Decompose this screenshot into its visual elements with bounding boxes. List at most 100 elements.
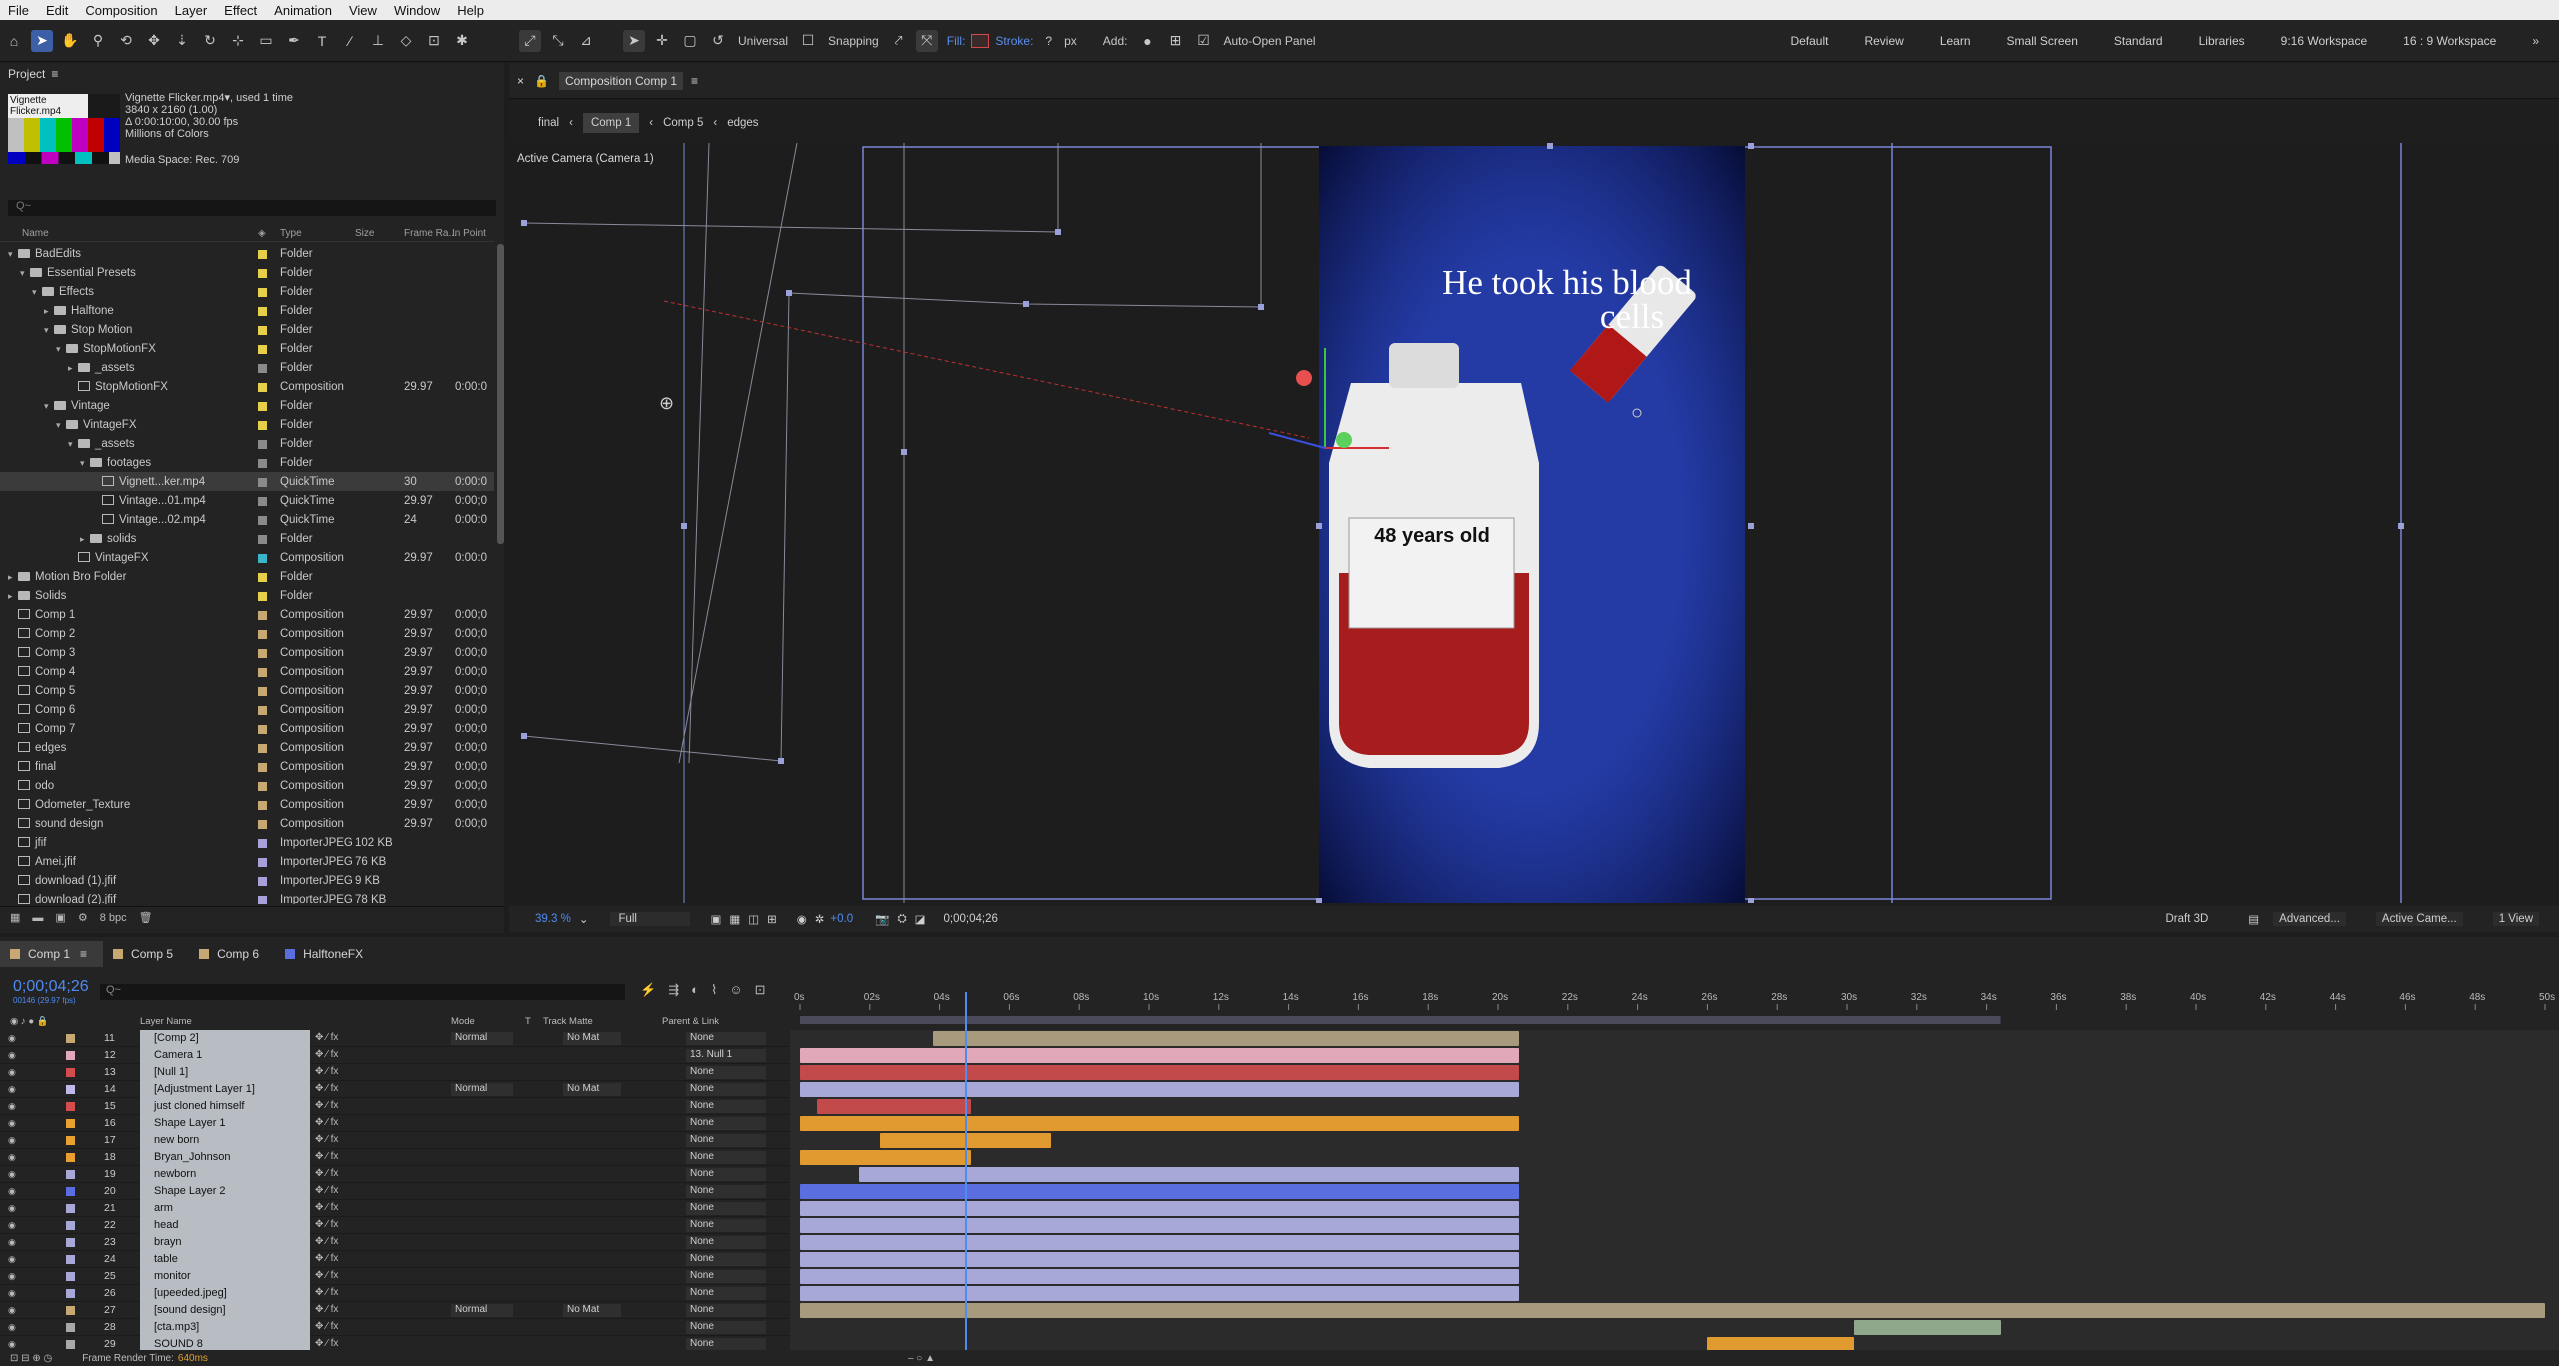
project-item[interactable]: Comp 7 Composition 29.97 0:00;0 (0, 719, 494, 738)
panel-menu-icon[interactable]: ≡ (691, 74, 698, 88)
interpret-footage-icon[interactable]: ▦ (10, 911, 20, 924)
visibility-eye-icon[interactable]: ◉ (8, 1322, 18, 1332)
snapping-checkbox[interactable]: ☐ (797, 30, 819, 52)
layer-row[interactable]: ◉ 16 Shape Layer 1 ✥ ∕ fx None (0, 1115, 790, 1132)
project-item[interactable]: ▾ StopMotionFX Folder (0, 339, 494, 358)
project-item[interactable]: Vignett...ker.mp4 QuickTime 30 0:00:0 (0, 472, 494, 491)
layer-duration-bar[interactable] (800, 1269, 1519, 1284)
parent-select[interactable]: None (686, 1083, 766, 1096)
project-item[interactable]: Odometer_Texture Composition 29.97 0:00;0 (0, 795, 494, 814)
layer-name[interactable]: just cloned himself (140, 1098, 310, 1115)
layer-label-color[interactable] (66, 1068, 75, 1077)
track-matte-select[interactable]: No Mat (563, 1304, 621, 1317)
parent-select[interactable]: None (686, 1134, 766, 1147)
parent-select[interactable]: None (686, 1032, 766, 1045)
project-item[interactable]: ▾ Vintage Folder (0, 396, 494, 415)
layer-name[interactable]: brayn (140, 1234, 310, 1251)
layer-name[interactable]: Shape Layer 2 (140, 1183, 310, 1200)
menu-effect[interactable]: Effect (216, 3, 266, 18)
breadcrumb-comp5[interactable]: Comp 5 (663, 117, 703, 129)
label-swatch[interactable] (258, 516, 267, 525)
layer-row[interactable]: ◉ 28 [cta.mp3] ✥ ∕ fx None (0, 1319, 790, 1336)
layer-duration-bar[interactable] (859, 1167, 1519, 1182)
new-comp-icon[interactable]: ▣ (55, 911, 65, 924)
label-swatch[interactable] (258, 782, 267, 791)
layer-name[interactable]: head (140, 1217, 310, 1234)
layer-switches-icon[interactable]: ✥ ∕ fx (315, 1066, 338, 1077)
label-swatch[interactable] (258, 896, 267, 904)
col-type[interactable]: Type (280, 228, 302, 239)
zoom-dropdown-icon[interactable]: ⌄ (579, 912, 589, 926)
label-swatch[interactable] (258, 497, 267, 506)
expand-toggle-icon[interactable]: ▸ (80, 534, 90, 545)
label-swatch[interactable] (258, 573, 267, 582)
layer-label-color[interactable] (66, 1306, 75, 1315)
universal-label[interactable]: Universal (738, 34, 788, 48)
layer-label-color[interactable] (66, 1323, 75, 1332)
visibility-eye-icon[interactable]: ◉ (8, 1135, 18, 1145)
layer-duration-bar[interactable] (800, 1235, 1519, 1250)
workspace-tab[interactable]: Standard (2114, 34, 2163, 48)
layer-row[interactable]: ◉ 12 Camera 1 ✥ ∕ fx 13. Null 1 (0, 1047, 790, 1064)
layer-label-color[interactable] (66, 1272, 75, 1281)
type-tool-icon[interactable]: T (311, 30, 333, 52)
mask-toggle-icon[interactable]: ◫ (748, 912, 759, 926)
label-swatch[interactable] (258, 801, 267, 810)
label-swatch[interactable] (258, 459, 267, 468)
col-mode[interactable]: Mode (451, 1016, 475, 1027)
align-icon[interactable]: ⊞ (1164, 30, 1186, 52)
project-item[interactable]: StopMotionFX Composition 29.97 0:00:0 (0, 377, 494, 396)
visibility-eye-icon[interactable]: ◉ (8, 1033, 18, 1043)
layer-row[interactable]: ◉ 19 newborn ✥ ∕ fx None (0, 1166, 790, 1183)
zoom-tool-icon[interactable]: ⚲ (87, 30, 109, 52)
layer-row[interactable]: ◉ 13 [Null 1] ✥ ∕ fx None (0, 1064, 790, 1081)
menu-view[interactable]: View (341, 3, 386, 18)
layer-duration-bar[interactable] (800, 1201, 1519, 1216)
layer-duration-bar[interactable] (800, 1303, 2545, 1318)
layer-row[interactable]: ◉ 15 just cloned himself ✥ ∕ fx None (0, 1098, 790, 1115)
chart-icon[interactable]: ⊡ (755, 982, 766, 998)
project-item[interactable]: ▾ Effects Folder (0, 282, 494, 301)
parent-select[interactable]: None (686, 1236, 766, 1249)
layer-switches-icon[interactable]: ✥ ∕ fx (315, 1134, 338, 1145)
parent-select[interactable]: None (686, 1287, 766, 1300)
local-axis-icon[interactable]: ⤢ (519, 29, 541, 52)
tab-menu-icon[interactable]: ≡ (80, 947, 87, 961)
transparency-grid-icon[interactable]: ▦ (729, 912, 740, 926)
label-swatch[interactable] (258, 440, 267, 449)
layer-label-color[interactable] (66, 1170, 75, 1179)
label-column-icon[interactable]: ◈ (258, 228, 266, 239)
project-title[interactable]: Project (8, 67, 45, 81)
layer-label-color[interactable] (66, 1204, 75, 1213)
parent-select[interactable]: None (686, 1151, 766, 1164)
settings-icon[interactable]: ⚙ (78, 911, 88, 924)
project-item[interactable]: ▸ Motion Bro Folder Folder (0, 567, 494, 586)
label-swatch[interactable] (258, 250, 267, 259)
parent-select[interactable]: None (686, 1219, 766, 1232)
layer-name[interactable]: Shape Layer 1 (140, 1115, 310, 1132)
layer-row[interactable]: ◉ 21 arm ✥ ∕ fx None (0, 1200, 790, 1217)
layer-row[interactable]: ◉ 24 table ✥ ∕ fx None (0, 1251, 790, 1268)
eraser-tool-icon[interactable]: ◇ (395, 30, 417, 52)
visibility-eye-icon[interactable]: ◉ (8, 1118, 18, 1128)
puppet-tool-icon[interactable]: ✱ (451, 30, 473, 52)
layer-label-color[interactable] (66, 1221, 75, 1230)
menu-composition[interactable]: Composition (77, 3, 166, 18)
color-icon[interactable]: ◉ (797, 912, 807, 926)
rectangle-tool-icon[interactable]: ▭ (255, 30, 277, 52)
parent-select[interactable]: None (686, 1253, 766, 1266)
workspace-tab[interactable]: Default (1790, 34, 1828, 48)
world-axis-icon[interactable]: ⤡ (547, 30, 569, 52)
visibility-eye-icon[interactable]: ◉ (8, 1203, 18, 1213)
label-swatch[interactable] (258, 288, 267, 297)
label-swatch[interactable] (258, 592, 267, 601)
layer-duration-bar[interactable] (800, 1082, 1519, 1097)
layer-label-color[interactable] (66, 1153, 75, 1162)
orbit-tool-icon[interactable]: ⟲ (115, 30, 137, 52)
layer-name[interactable]: SOUND 8 (140, 1336, 310, 1350)
project-item[interactable]: edges Composition 29.97 0:00;0 (0, 738, 494, 757)
label-swatch[interactable] (258, 649, 267, 658)
track-matte-select[interactable]: No Mat (563, 1032, 621, 1045)
time-ruler[interactable]: 0s 02s 04s 06s 08s 10s 12s 14s 16s 18s 20s 22s 24s 26… (790, 988, 2559, 1028)
timeline-tab[interactable]: Comp 6 (189, 947, 275, 961)
